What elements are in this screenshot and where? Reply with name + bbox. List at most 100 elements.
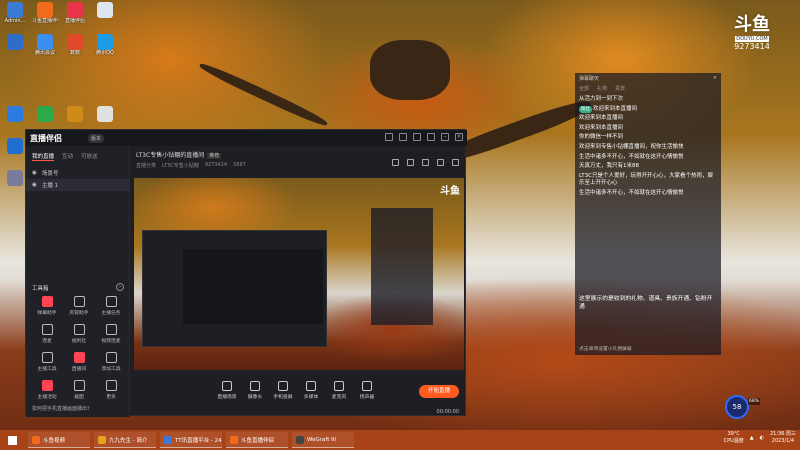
chat-text: LT3C只是个人爱好，玩得开开心心，大家看个热闹，娱乐至上开开心心: [579, 172, 714, 187]
tool-button[interactable]: 主播工具: [32, 352, 62, 378]
menu-icon[interactable]: [427, 133, 435, 141]
gift-notice: 这里展示的是收到的礼物、道具、贵族开通、钻粉开通: [579, 296, 713, 310]
desktop-icon-label: 数数: [69, 50, 80, 56]
desktop-icon[interactable]: 腾讯会议: [32, 34, 58, 62]
app-icon: [7, 170, 23, 186]
chat-title: 弹幕聊天: [579, 76, 600, 82]
tab-interact[interactable]: 互动: [62, 152, 73, 161]
eye-icon[interactable]: ◉: [32, 182, 37, 188]
tool-button[interactable]: 添加工具: [96, 352, 126, 378]
camera-label: 摄像头: [247, 395, 263, 400]
scene-row[interactable]: ◉ 主播 1: [26, 179, 129, 191]
help-tip[interactable]: 如何把手机直播画面播出？: [32, 405, 92, 412]
chat-close-icon[interactable]: ×: [713, 75, 717, 81]
cpu-gauge: 58: [725, 395, 749, 419]
taskbar-app-label: 九九先生 - 简介: [109, 437, 148, 444]
chat-message: 欢迎来到本直播间: [579, 115, 717, 123]
media-button[interactable]: 多媒体: [298, 381, 324, 400]
viewer-count: 5887: [233, 162, 246, 168]
taskbar-app[interactable]: 斗鱼视频: [28, 432, 90, 448]
chat-tab[interactable]: 贵宾: [615, 85, 625, 92]
share-icon[interactable]: [452, 159, 459, 166]
tool-icon: [105, 296, 117, 307]
left-panel: 我的直播 互动 可放送 ◉ 场景号 ◉ 主播 1 工具箱 › 弹幕助手 房管助手 主播任…: [26, 146, 130, 417]
tool-icon: [73, 352, 85, 363]
scene-icon: [222, 381, 232, 391]
scene-row[interactable]: ◉ 场景号: [26, 167, 129, 179]
room-title[interactable]: LT3C专售小钻棚的直播间 推荐: [136, 150, 461, 159]
desktop-icon[interactable]: 斗鱼直播伴侣: [32, 2, 58, 30]
more-tools-icon[interactable]: ›: [116, 283, 124, 291]
taskbar-app[interactable]: 斗鱼直播伴侣: [226, 432, 288, 448]
performance-widget[interactable]: 58 68%: [725, 395, 767, 421]
home-icon[interactable]: [392, 159, 399, 166]
gift-filter-tip[interactable]: 点击单项设置小礼物屏蔽: [579, 345, 717, 352]
toolbox-title: 工具箱: [32, 286, 49, 292]
network-icon[interactable]: ▲: [750, 435, 754, 441]
speaker-button[interactable]: 扬声器: [354, 381, 380, 400]
lock-icon[interactable]: [407, 159, 414, 166]
scene-source-button[interactable]: 直播场景: [214, 381, 240, 400]
desktop-icon[interactable]: 直播伴侣: [62, 2, 88, 30]
phone-cast-button[interactable]: 手机投屏: [270, 381, 296, 400]
desktop-icon[interactable]: 数数: [62, 34, 88, 62]
desktop-icon[interactable]: [2, 34, 28, 62]
tool-button[interactable]: 连麦: [32, 324, 62, 350]
start-live-button[interactable]: 开始直播: [419, 385, 459, 398]
cpu-temp-label: CPU温度: [723, 438, 744, 444]
taskbar-app[interactable]: WeGraft III: [292, 432, 354, 448]
microphone-button[interactable]: 麦克风: [326, 381, 352, 400]
eye-icon[interactable]: ◉: [32, 170, 37, 176]
tool-icon: [41, 296, 53, 307]
chat-message: 天真万丈，我只有1米88: [579, 163, 717, 171]
clock[interactable]: 21:36 周三 2023/1/4: [770, 431, 796, 445]
cpu-temp-value: 39°C: [727, 431, 740, 437]
room-title-text: LT3C专售小钻棚的直播间: [136, 152, 205, 159]
close-icon[interactable]: ×: [455, 133, 463, 141]
chat-text: 欢迎来到本直播间: [593, 105, 638, 112]
taskbar-apps: 斗鱼视频 九九先生 - 简介 TT讯直播平台 - 24.0 斗鱼直播伴侣 WeGraft…: [24, 432, 354, 448]
tool-button[interactable]: 主播任务: [96, 296, 126, 322]
tab-my-live[interactable]: 我的直播: [32, 152, 55, 161]
app-icon: [37, 106, 53, 122]
desktop-icon[interactable]: Admin...: [2, 2, 28, 30]
version-badge[interactable]: 版本: [88, 134, 105, 143]
tool-icon: [105, 380, 117, 391]
tool-button[interactable]: 主播活动: [32, 380, 62, 406]
message-icon[interactable]: [399, 133, 407, 141]
tool-button[interactable]: 房管助手: [64, 296, 94, 322]
download-icon[interactable]: [422, 159, 429, 166]
skin-icon[interactable]: [385, 133, 393, 141]
camera-button[interactable]: 摄像头: [242, 381, 268, 400]
tab-broadcast[interactable]: 可放送: [81, 152, 98, 161]
taskbar-app[interactable]: 九九先生 - 简介: [94, 432, 156, 448]
tool-button[interactable]: 截图: [64, 380, 94, 406]
volume-icon[interactable]: ◐: [760, 435, 764, 441]
tool-label: 弹幕助手: [37, 311, 57, 316]
taskbar-app-label: TT讯直播平台 - 24.0: [175, 437, 222, 444]
desktop-icon[interactable]: 腾讯QQ: [92, 34, 118, 62]
start-button[interactable]: [0, 430, 24, 450]
chat-text: 你的微信一样不到: [579, 134, 624, 141]
cpu-temp: 39°C CPU温度: [724, 431, 744, 445]
room-category[interactable]: 直播分类: [136, 162, 156, 169]
chat-tab[interactable]: 全部: [579, 85, 589, 92]
tool-button[interactable]: 视频连麦: [96, 324, 126, 350]
taskbar-app[interactable]: TT讯直播平台 - 24.0: [160, 432, 222, 448]
tool-label: 房管助手: [69, 311, 89, 316]
tool-button[interactable]: 福利社: [64, 324, 94, 350]
tool-button[interactable]: 直播间: [64, 352, 94, 378]
scene-source-label: 直播场景: [217, 395, 237, 400]
desktop-icon[interactable]: [92, 2, 118, 30]
bell-icon[interactable]: [437, 159, 444, 166]
taskbar-app-icon: [230, 435, 238, 444]
stream-preview[interactable]: 斗鱼: [134, 178, 464, 370]
chat-tab[interactable]: 礼物: [597, 85, 607, 92]
chat-text: 欢迎来到本直播间: [579, 124, 624, 131]
desktop-icon-label: 直播伴侣: [64, 18, 85, 24]
chat-text: 欢迎来到专售小钻棚直播间，祝你生活愉快: [579, 143, 684, 150]
tool-button[interactable]: 更多: [96, 380, 126, 406]
settings-icon[interactable]: [413, 133, 421, 141]
minimize-icon[interactable]: –: [441, 133, 449, 141]
tool-button[interactable]: 弹幕助手: [32, 296, 62, 322]
